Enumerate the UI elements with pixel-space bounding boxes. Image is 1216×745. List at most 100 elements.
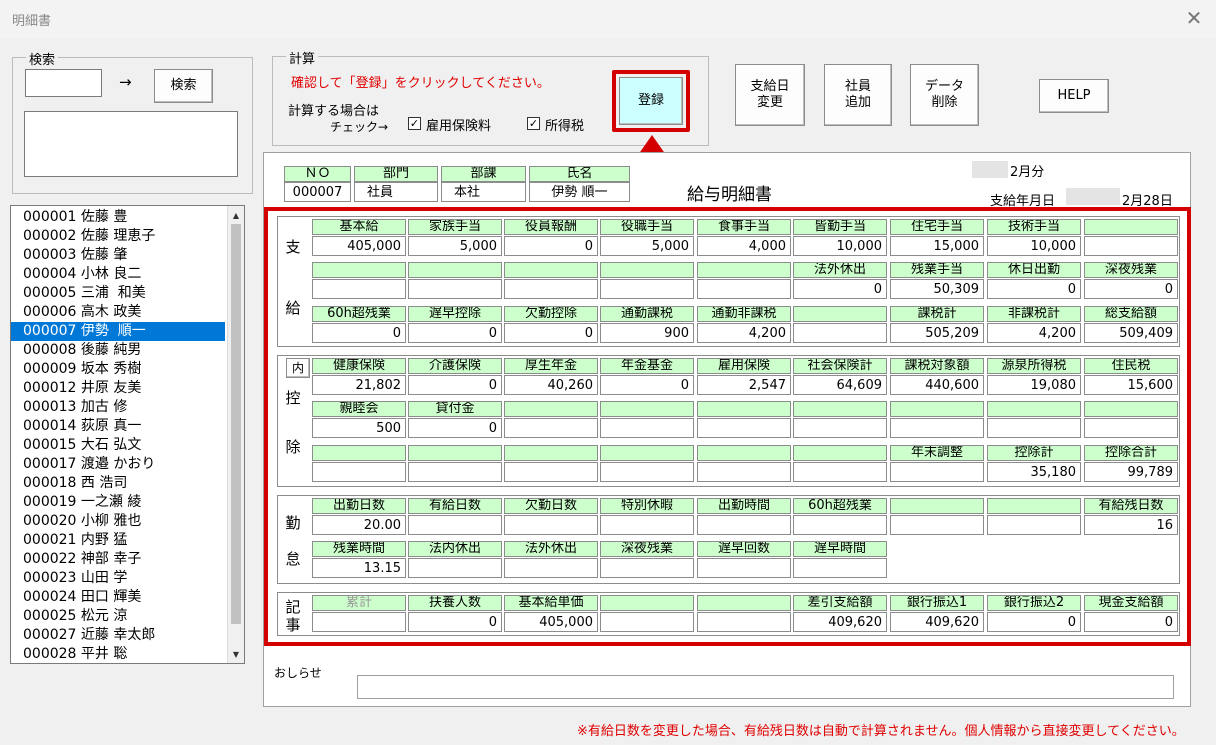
deduct-value-cell[interactable]: 21,802 xyxy=(312,375,406,395)
pay-value-cell[interactable] xyxy=(793,323,887,343)
deduct-value-cell[interactable] xyxy=(793,418,887,438)
employee-list-item[interactable]: 000002 佐藤 理恵子 xyxy=(11,227,225,246)
attendance-value-cell[interactable] xyxy=(408,558,502,578)
deduct-value-cell[interactable]: 2,547 xyxy=(697,375,791,395)
attendance-value-cell[interactable] xyxy=(408,515,502,535)
deduct-value-cell[interactable] xyxy=(600,462,694,482)
section-value[interactable]: 本社 xyxy=(441,182,526,202)
employee-list-item[interactable]: 000006 高木 政美 xyxy=(11,303,225,322)
deduct-value-cell[interactable] xyxy=(408,462,502,482)
search-input[interactable] xyxy=(25,69,102,97)
employee-list-item[interactable]: 000025 松元 涼 xyxy=(11,607,225,626)
employee-list-item[interactable]: 000018 西 浩司 xyxy=(11,474,225,493)
pay-value-cell[interactable]: 0 xyxy=(1084,279,1178,299)
search-results-box[interactable] xyxy=(24,111,238,177)
employee-list-item[interactable]: 000007 伊勢 順一 xyxy=(11,322,225,341)
pay-value-cell[interactable]: 15,000 xyxy=(890,236,984,256)
attendance-value-cell[interactable] xyxy=(890,515,984,535)
deduct-value-cell[interactable]: 500 xyxy=(312,418,406,438)
attendance-value-cell[interactable] xyxy=(697,558,791,578)
inner-button[interactable]: 内 xyxy=(286,358,310,378)
pay-value-cell[interactable]: 0 xyxy=(408,323,502,343)
employee-list-item[interactable]: 000023 山田 学 xyxy=(11,569,225,588)
attendance-value-cell[interactable] xyxy=(600,515,694,535)
attendance-value-cell[interactable] xyxy=(793,558,887,578)
employee-list-item[interactable]: 000024 田口 輝美 xyxy=(11,588,225,607)
pay-value-cell[interactable]: 900 xyxy=(600,323,694,343)
search-button[interactable]: 検索 xyxy=(154,69,213,103)
employee-list-item[interactable]: 000008 後藤 純男 xyxy=(11,341,225,360)
employee-list-scrollbar[interactable]: ▲ ▼ xyxy=(227,206,244,663)
employee-list-item[interactable]: 000003 佐藤 肇 xyxy=(11,246,225,265)
register-button[interactable]: 登録 xyxy=(619,77,683,125)
deduct-value-cell[interactable]: 0 xyxy=(600,375,694,395)
deduct-value-cell[interactable] xyxy=(890,418,984,438)
attendance-value-cell[interactable] xyxy=(600,558,694,578)
employee-list-item[interactable]: 000012 井原 友美 xyxy=(11,379,225,398)
pay-value-cell[interactable]: 505,209 xyxy=(890,323,984,343)
add-employee-button[interactable]: 社員 追加 xyxy=(824,64,892,126)
employee-list-item[interactable]: 000004 小林 良二 xyxy=(11,265,225,284)
pay-value-cell[interactable]: 0 xyxy=(793,279,887,299)
name-value[interactable]: 伊勢 順一 xyxy=(529,182,630,202)
deduct-value-cell[interactable]: 64,609 xyxy=(793,375,887,395)
deduct-value-cell[interactable] xyxy=(600,418,694,438)
notes-value-cell[interactable]: 0 xyxy=(987,612,1081,632)
deduct-value-cell[interactable]: 0 xyxy=(408,418,502,438)
deduct-value-cell[interactable]: 35,180 xyxy=(987,462,1081,482)
pay-value-cell[interactable]: 4,200 xyxy=(697,323,791,343)
pay-value-cell[interactable]: 0 xyxy=(504,236,598,256)
notes-value-cell[interactable] xyxy=(312,612,406,632)
attendance-value-cell[interactable] xyxy=(697,515,791,535)
notes-value-cell[interactable]: 409,620 xyxy=(793,612,887,632)
notes-value-cell[interactable]: 0 xyxy=(1084,612,1178,632)
pay-value-cell[interactable] xyxy=(1084,236,1178,256)
employee-list-item[interactable]: 000017 渡邉 かおり xyxy=(11,455,225,474)
pay-value-cell[interactable] xyxy=(408,279,502,299)
deduct-value-cell[interactable] xyxy=(890,462,984,482)
notes-value-cell[interactable]: 0 xyxy=(408,612,502,632)
pay-value-cell[interactable] xyxy=(504,279,598,299)
deduct-value-cell[interactable]: 99,789 xyxy=(1084,462,1178,482)
attendance-value-cell[interactable] xyxy=(987,515,1081,535)
close-icon[interactable]: ✕ xyxy=(1183,6,1205,30)
pay-value-cell[interactable]: 5,000 xyxy=(408,236,502,256)
notes-value-cell[interactable]: 405,000 xyxy=(504,612,598,632)
pay-value-cell[interactable]: 10,000 xyxy=(793,236,887,256)
employee-list-item[interactable]: 000020 小柳 雅也 xyxy=(11,512,225,531)
deduct-value-cell[interactable]: 0 xyxy=(408,375,502,395)
employee-list-item[interactable]: 000015 大石 弘文 xyxy=(11,436,225,455)
deduct-value-cell[interactable] xyxy=(1084,418,1178,438)
pay-value-cell[interactable]: 50,309 xyxy=(890,279,984,299)
attendance-value-cell[interactable]: 16 xyxy=(1084,515,1178,535)
deduct-value-cell[interactable] xyxy=(793,462,887,482)
paydate-change-button[interactable]: 支給日 変更 xyxy=(735,64,805,126)
pay-value-cell[interactable] xyxy=(697,279,791,299)
delete-data-button[interactable]: データ 削除 xyxy=(910,64,979,126)
attendance-value-cell[interactable] xyxy=(504,515,598,535)
employee-list-item[interactable]: 000013 加古 修 xyxy=(11,398,225,417)
employee-list[interactable]: 000001 佐藤 豊 000002 佐藤 理恵子 000003 佐藤 肇 00000… xyxy=(10,205,245,664)
employee-list-item[interactable]: 000001 佐藤 豊 xyxy=(11,208,225,227)
employee-list-item[interactable]: 000027 近藤 幸太郎 xyxy=(11,626,225,645)
employee-list-item[interactable]: 000019 一之瀬 綾 xyxy=(11,493,225,512)
pay-value-cell[interactable]: 0 xyxy=(312,323,406,343)
notes-value-cell[interactable] xyxy=(600,612,694,632)
pay-value-cell[interactable]: 0 xyxy=(987,279,1081,299)
employee-list-item[interactable]: 000028 平井 聡 xyxy=(11,645,225,664)
pay-value-cell[interactable]: 0 xyxy=(504,323,598,343)
pay-value-cell[interactable] xyxy=(600,279,694,299)
pay-value-cell[interactable]: 4,000 xyxy=(697,236,791,256)
pay-value-cell[interactable]: 5,000 xyxy=(600,236,694,256)
deduct-value-cell[interactable] xyxy=(504,418,598,438)
scroll-thumb[interactable] xyxy=(231,224,241,624)
deduct-value-cell[interactable] xyxy=(697,462,791,482)
attendance-value-cell[interactable]: 20.00 xyxy=(312,515,406,535)
attendance-value-cell[interactable] xyxy=(793,515,887,535)
pay-value-cell[interactable]: 509,409 xyxy=(1084,323,1178,343)
scroll-down-icon[interactable]: ▼ xyxy=(228,646,244,662)
pay-value-cell[interactable]: 10,000 xyxy=(987,236,1081,256)
notes-value-cell[interactable] xyxy=(697,612,791,632)
employment-insurance-checkbox[interactable]: ✓ xyxy=(408,117,421,130)
employee-list-item[interactable]: 000005 三浦 和美 xyxy=(11,284,225,303)
